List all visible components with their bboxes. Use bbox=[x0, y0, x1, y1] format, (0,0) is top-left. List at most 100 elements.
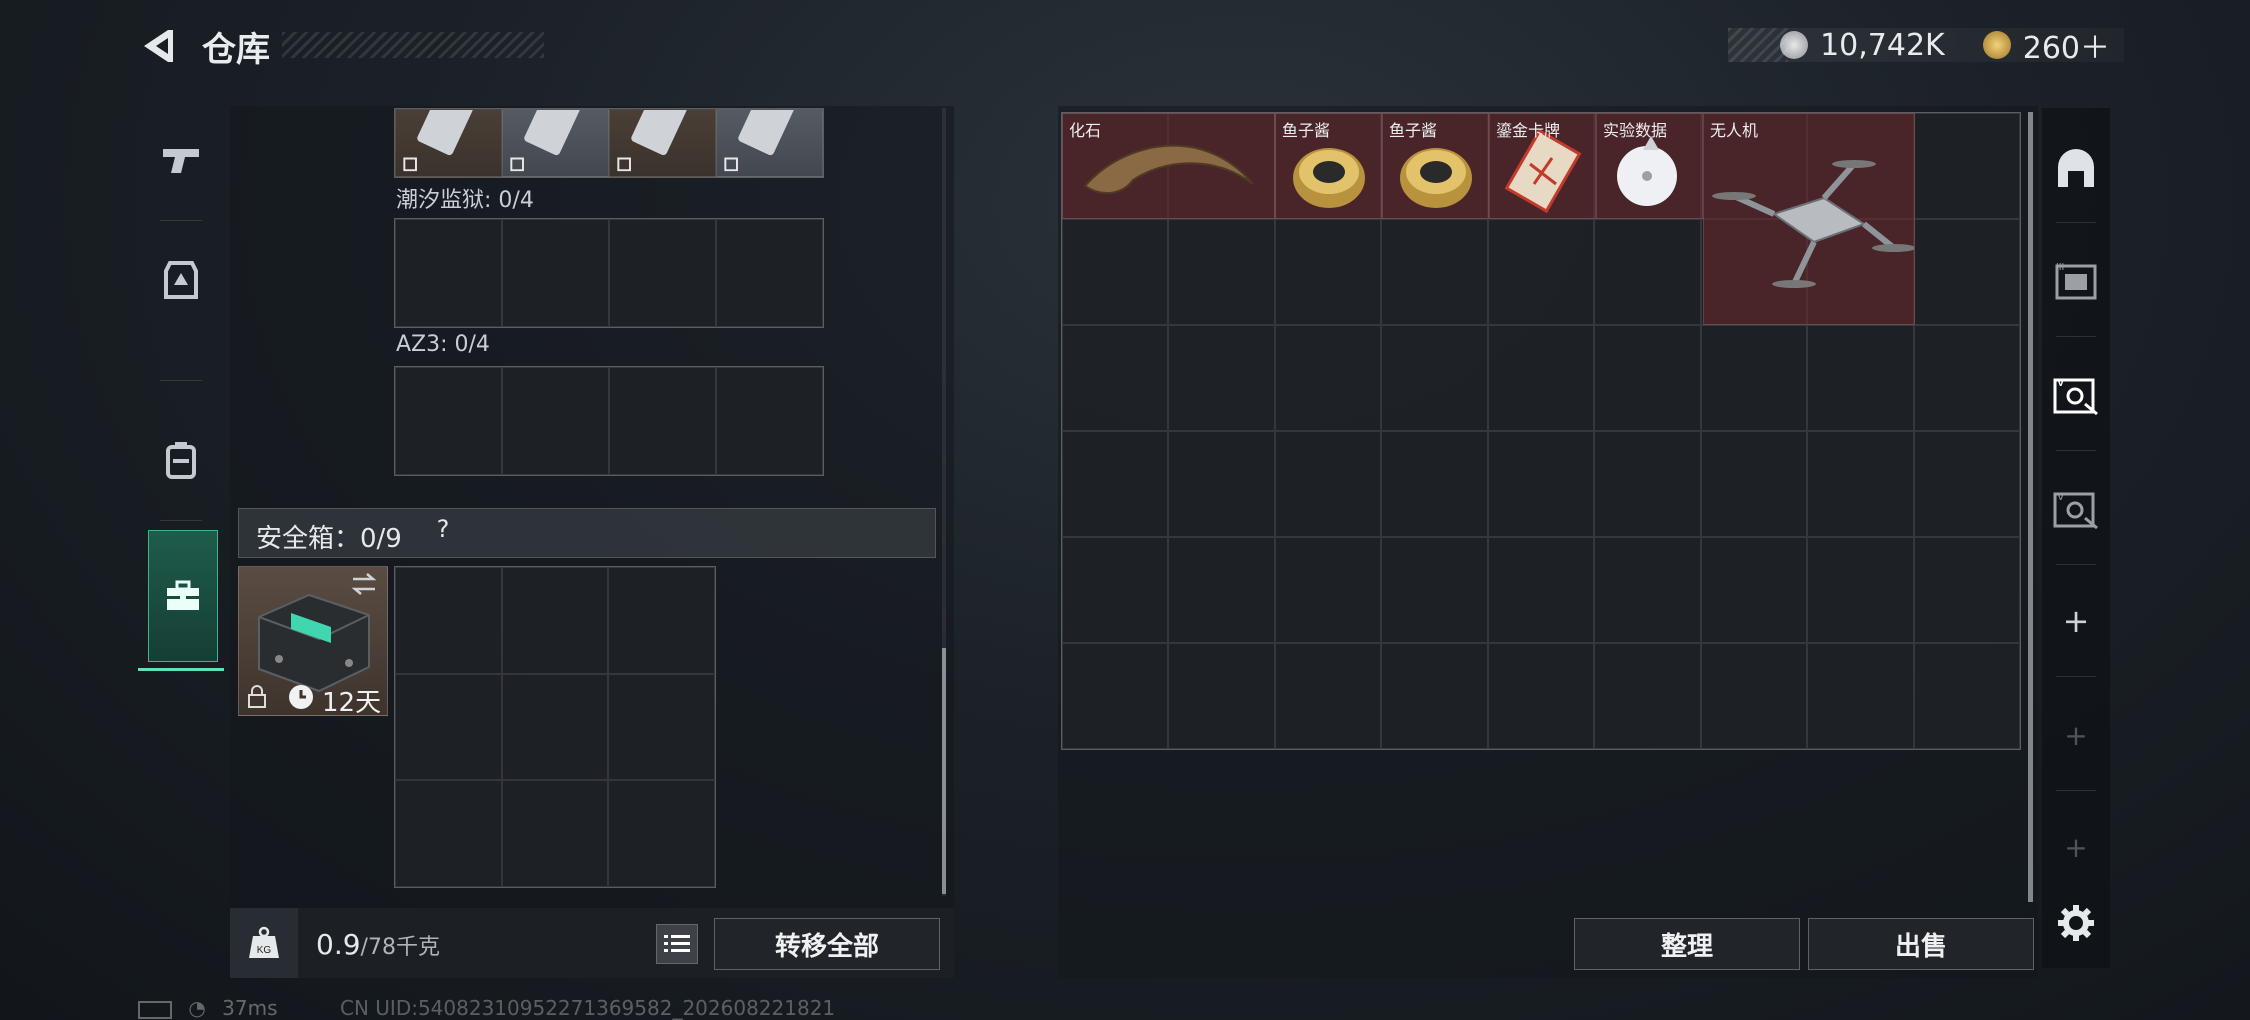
grid-cell[interactable] bbox=[1168, 219, 1275, 325]
grid-cell[interactable] bbox=[1274, 431, 1382, 537]
grid-cell[interactable] bbox=[502, 367, 609, 475]
svg-text:IV: IV bbox=[2054, 377, 2065, 389]
grid-cell[interactable] bbox=[1381, 537, 1488, 643]
keycard-slot[interactable] bbox=[395, 109, 502, 177]
gold-currency-value[interactable]: 260＋ bbox=[2023, 23, 2110, 67]
grid-cell[interactable] bbox=[1487, 643, 1595, 749]
grid-cell[interactable] bbox=[1700, 537, 1808, 643]
grid-cell[interactable] bbox=[1381, 643, 1488, 749]
grid-cell[interactable] bbox=[1594, 431, 1701, 537]
grid-cell[interactable] bbox=[1807, 325, 1914, 431]
grid-cell[interactable] bbox=[1913, 325, 2020, 431]
grid-cell[interactable] bbox=[608, 567, 715, 674]
grid-cell[interactable] bbox=[1913, 643, 2020, 749]
grid-cell[interactable] bbox=[1168, 643, 1275, 749]
back-button[interactable] bbox=[138, 26, 178, 66]
list-view-button[interactable] bbox=[656, 924, 698, 964]
grid-cell[interactable] bbox=[1168, 325, 1275, 431]
grid-cell[interactable] bbox=[1274, 537, 1382, 643]
grid-cell[interactable] bbox=[1487, 219, 1595, 325]
add-stash-tab-button[interactable]: + bbox=[2042, 566, 2110, 676]
grid-cell[interactable] bbox=[1062, 431, 1169, 537]
grid-cell[interactable] bbox=[395, 780, 502, 887]
grid-cell[interactable] bbox=[1274, 643, 1382, 749]
plus-icon: + bbox=[2064, 830, 2088, 864]
grid-cell[interactable] bbox=[1062, 325, 1169, 431]
sidebar-item-armor[interactable] bbox=[138, 220, 224, 340]
sort-button[interactable]: 整理 bbox=[1574, 918, 1800, 970]
grid-cell[interactable] bbox=[1913, 113, 2020, 219]
grid-cell[interactable] bbox=[501, 567, 609, 674]
backpack-icon bbox=[166, 442, 196, 479]
grid-cell[interactable] bbox=[1274, 219, 1382, 325]
sidebar-item-weapon[interactable] bbox=[138, 100, 224, 220]
settings-button[interactable] bbox=[2042, 868, 2110, 978]
grid-cell[interactable] bbox=[1168, 431, 1275, 537]
sell-button[interactable]: 出售 bbox=[1808, 918, 2034, 970]
grid-cell[interactable] bbox=[1807, 431, 1914, 537]
grid-cell[interactable] bbox=[1594, 537, 1701, 643]
stash-tab-2[interactable]: III bbox=[2042, 226, 2110, 336]
sidebar-item-safebox[interactable] bbox=[148, 530, 218, 662]
stash-scrollbar[interactable] bbox=[2028, 112, 2033, 902]
grid-cell[interactable] bbox=[395, 219, 502, 327]
silver-currency-value: 10,742K bbox=[1820, 27, 1945, 63]
keycard-slot[interactable] bbox=[502, 109, 609, 177]
stash-item-caviar[interactable]: 鱼子酱 bbox=[1275, 113, 1382, 219]
grid-cell[interactable] bbox=[1381, 219, 1488, 325]
keycard-slot[interactable] bbox=[609, 109, 716, 177]
left-scrollbar-thumb[interactable] bbox=[942, 648, 946, 894]
grid-cell[interactable] bbox=[1700, 325, 1808, 431]
transfer-all-button[interactable]: 转移全部 bbox=[714, 918, 940, 970]
grid-cell[interactable] bbox=[1807, 643, 1914, 749]
keycard-slot[interactable] bbox=[716, 109, 823, 177]
grid-cell[interactable] bbox=[1381, 325, 1488, 431]
grid-cell[interactable] bbox=[1700, 431, 1808, 537]
grid-cell[interactable] bbox=[609, 219, 716, 327]
grid-cell[interactable] bbox=[1062, 643, 1169, 749]
grid-cell[interactable] bbox=[1913, 219, 2020, 325]
grid-cell[interactable] bbox=[1274, 325, 1382, 431]
grid-cell[interactable] bbox=[501, 673, 609, 781]
grid-cell[interactable] bbox=[395, 367, 502, 475]
stash-tab-4-active[interactable]: IV bbox=[2042, 340, 2110, 450]
lock-icon bbox=[248, 685, 266, 708]
grid-cell[interactable] bbox=[609, 367, 716, 475]
grid-cell[interactable] bbox=[716, 367, 823, 475]
grid-cell[interactable] bbox=[1594, 325, 1701, 431]
grid-cell[interactable] bbox=[1062, 219, 1169, 325]
help-icon[interactable]: ? bbox=[428, 515, 458, 545]
swap-icon[interactable] bbox=[349, 571, 379, 597]
grid-cell[interactable] bbox=[1700, 643, 1808, 749]
grid-cell[interactable] bbox=[1913, 431, 2020, 537]
grid-cell[interactable] bbox=[716, 219, 823, 327]
grid-cell[interactable] bbox=[608, 673, 715, 781]
stash-item-fossil[interactable]: 化石 bbox=[1062, 113, 1275, 219]
stash-tab-main[interactable] bbox=[2042, 114, 2110, 224]
grid-cell[interactable] bbox=[395, 673, 502, 781]
stash-tab-4b[interactable]: IV bbox=[2042, 454, 2110, 564]
grid-cell[interactable] bbox=[502, 219, 609, 327]
gold-coin-icon bbox=[1982, 31, 2011, 59]
stash-item-drone[interactable]: 无人机 bbox=[1703, 113, 1915, 325]
grid-cell[interactable] bbox=[1487, 325, 1595, 431]
weight-value: 0.9/78千克 bbox=[316, 928, 440, 961]
grid-cell[interactable] bbox=[1807, 537, 1914, 643]
grid-cell[interactable] bbox=[1487, 537, 1595, 643]
grid-cell[interactable] bbox=[501, 780, 609, 887]
grid-cell[interactable] bbox=[1594, 219, 1701, 325]
stash-item-lab-data[interactable]: 实验数据 bbox=[1596, 113, 1703, 219]
grid-cell[interactable] bbox=[1381, 431, 1488, 537]
stash-item-caviar[interactable]: 鱼子酱 bbox=[1382, 113, 1489, 219]
grid-cell[interactable] bbox=[1062, 537, 1169, 643]
sidebar-item-backpack[interactable] bbox=[138, 400, 224, 520]
grid-cell[interactable] bbox=[1594, 643, 1701, 749]
grid-cell[interactable] bbox=[1487, 431, 1595, 537]
grid-cell[interactable] bbox=[608, 780, 715, 887]
grid-cell[interactable] bbox=[395, 567, 502, 674]
container-label: AZ3: 0/4 bbox=[396, 332, 490, 357]
grid-cell[interactable] bbox=[1913, 537, 2020, 643]
keycard-icon bbox=[510, 110, 580, 172]
grid-cell[interactable] bbox=[1168, 537, 1275, 643]
stash-item-gilded-card[interactable]: 鎏金卡牌 bbox=[1489, 113, 1596, 219]
